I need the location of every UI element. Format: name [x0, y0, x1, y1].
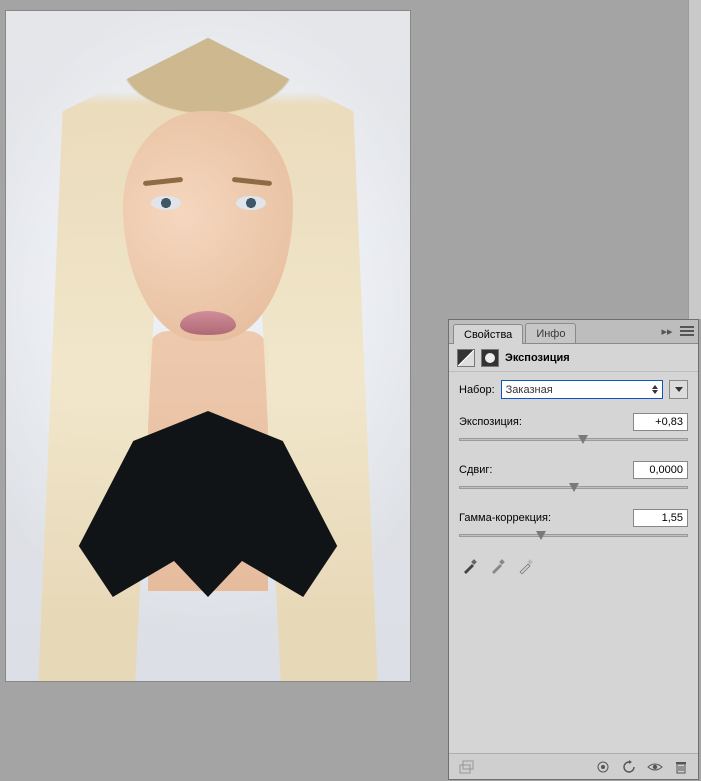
gamma-input[interactable]: [633, 509, 688, 527]
preset-select[interactable]: Заказная: [501, 380, 663, 399]
panel-footer: [449, 753, 698, 779]
document-canvas[interactable]: [5, 10, 411, 682]
preset-menu-button[interactable]: [669, 380, 688, 399]
preset-row: Набор: Заказная: [459, 380, 688, 399]
eyedropper-toolbar: [459, 557, 688, 575]
adjustment-type-icon[interactable]: [457, 349, 475, 367]
collapse-panel-icon[interactable]: ▸▸: [660, 324, 674, 338]
slider-track: [459, 438, 688, 441]
slider-thumb[interactable]: [569, 483, 579, 492]
slider-thumb[interactable]: [536, 531, 546, 540]
offset-group: Сдвиг:: [459, 461, 688, 497]
gamma-label: Гамма-коррекция:: [459, 512, 551, 524]
panel-header: Экспозиция: [449, 344, 698, 372]
previous-state-icon[interactable]: [594, 758, 612, 776]
photo-shape: [180, 311, 236, 335]
dropdown-caret-icon: [651, 385, 658, 394]
menu-caret-icon: [675, 387, 683, 392]
layer-mask-icon[interactable]: [481, 349, 499, 367]
exposure-slider[interactable]: [459, 435, 688, 449]
gamma-group: Гамма-коррекция:: [459, 509, 688, 545]
exposure-group: Экспозиция:: [459, 413, 688, 449]
eyedropper-gray-icon[interactable]: [489, 557, 507, 575]
preset-value: Заказная: [506, 384, 553, 396]
slider-thumb[interactable]: [578, 435, 588, 444]
offset-input[interactable]: [633, 461, 688, 479]
exposure-input[interactable]: [633, 413, 688, 431]
eyedropper-white-icon[interactable]: [517, 557, 535, 575]
offset-label: Сдвиг:: [459, 464, 492, 476]
exposure-label: Экспозиция:: [459, 416, 522, 428]
panel-menu-icon[interactable]: [680, 324, 694, 338]
toggle-visibility-icon[interactable]: [646, 758, 664, 776]
slider-track: [459, 534, 688, 537]
properties-panel: Свойства Инфо ▸▸ Экспозиция Набор: Заказ…: [448, 319, 699, 780]
offset-slider[interactable]: [459, 483, 688, 497]
tab-info[interactable]: Инфо: [525, 323, 576, 343]
clip-to-layer-icon[interactable]: [457, 758, 475, 776]
gamma-slider[interactable]: [459, 531, 688, 545]
reset-icon[interactable]: [620, 758, 638, 776]
panel-body: Набор: Заказная Экспозиция: Сдвиг:: [449, 372, 698, 753]
preset-label: Набор:: [459, 384, 495, 396]
tab-properties[interactable]: Свойства: [453, 324, 523, 344]
canvas-image: [6, 11, 410, 681]
photo-shape: [236, 196, 266, 210]
delete-adjustment-icon[interactable]: [672, 758, 690, 776]
eyedropper-black-icon[interactable]: [461, 557, 479, 575]
panel-tabstrip: Свойства Инфо ▸▸: [449, 320, 698, 344]
right-dock-edge: [688, 0, 701, 319]
photo-shape: [151, 196, 181, 210]
adjustment-title: Экспозиция: [505, 352, 570, 364]
